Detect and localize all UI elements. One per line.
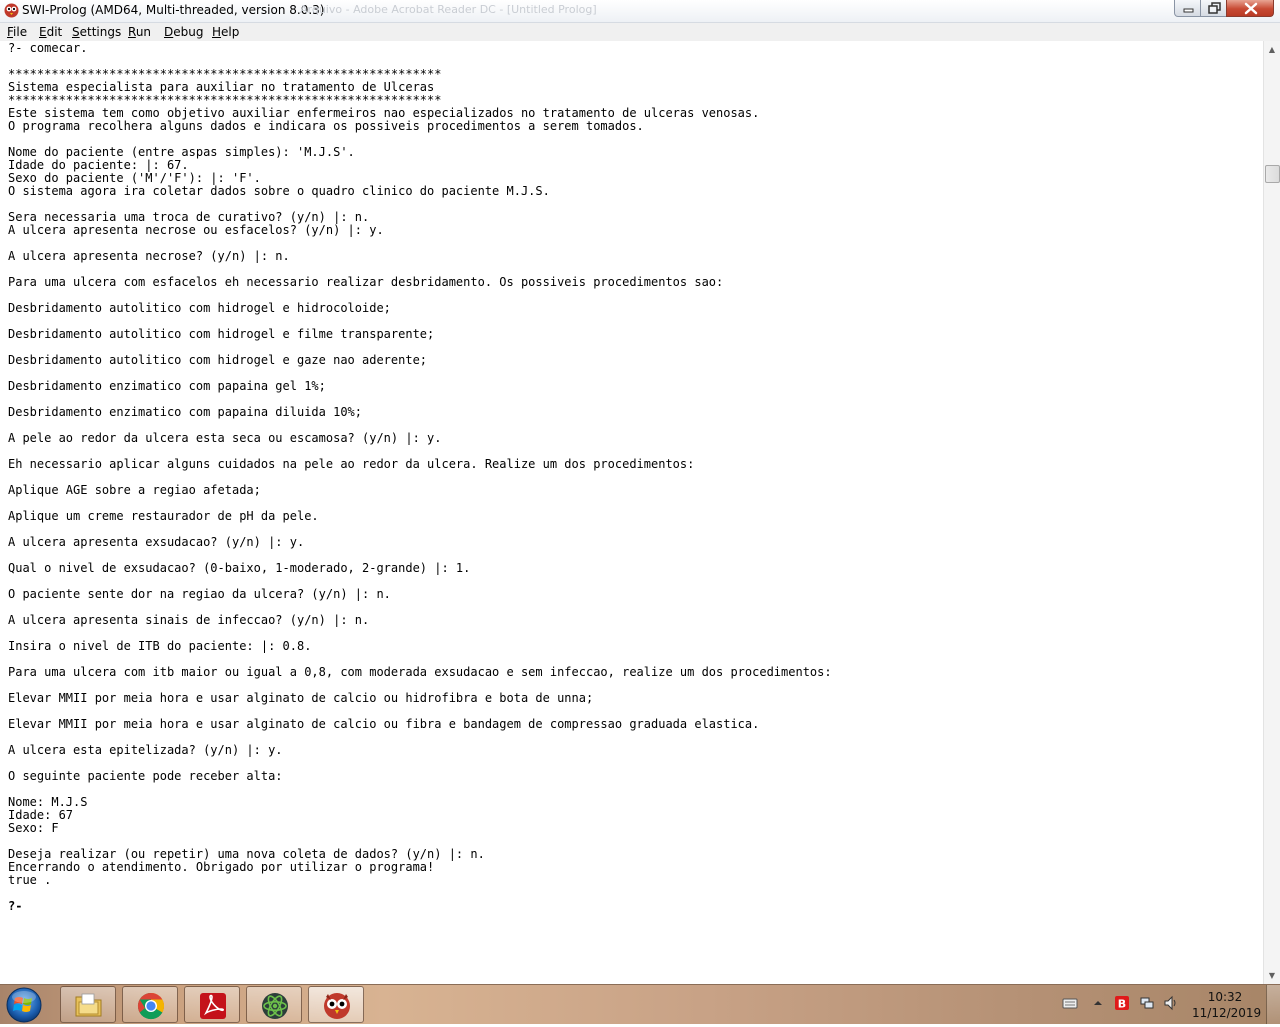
console-line: Nome: M.J.S — [8, 795, 88, 809]
console-line: Qual o nivel de exsudacao? (0-baixo, 1-m… — [8, 561, 471, 575]
taskbar-chrome[interactable] — [122, 986, 178, 1023]
console-line: Insira o nivel de ITB do paciente: |: 0.… — [8, 639, 312, 653]
windows-logo-icon — [6, 987, 42, 1023]
maximize-button[interactable] — [1200, 0, 1227, 17]
menu-run-label: un — [135, 25, 152, 39]
scroll-up-arrow-icon[interactable]: ▲ — [1264, 41, 1280, 58]
console-line: Encerrando o atendimento. Obrigado por u… — [8, 860, 435, 874]
console-line: Para uma ulcera com esfacelos eh necessa… — [8, 275, 724, 289]
clock-date[interactable]: 11/12/2019 — [1192, 1006, 1261, 1020]
acrobat-reader-icon — [200, 993, 226, 1019]
swi-prolog-icon — [4, 3, 19, 18]
console-line: Elevar MMII por meia hora e usar alginat… — [8, 717, 760, 731]
taskbar-swi-prolog[interactable] — [308, 986, 364, 1023]
close-button[interactable] — [1226, 0, 1274, 17]
menu-debug[interactable]: Debug — [164, 25, 203, 39]
console-line: A ulcera esta epitelizada? (y/n) |: y. — [8, 743, 283, 757]
close-icon — [1244, 2, 1258, 15]
console-line: Aplique AGE sobre a regiao afetada; — [8, 483, 261, 497]
menu-run-accel: R — [128, 25, 136, 39]
console-line: A ulcera apresenta exsudacao? (y/n) |: y… — [8, 535, 305, 549]
clock-time[interactable]: 10:32 — [1196, 990, 1254, 1004]
console-line: O seguinte paciente pode receber alta: — [8, 769, 283, 783]
console-line: Aplique um creme restaurador de pH da pe… — [8, 509, 319, 523]
console-line: Eh necessario aplicar alguns cuidados na… — [8, 457, 695, 471]
folder-icon — [75, 993, 102, 1017]
console-line: O paciente sente dor na regiao da ulcera… — [8, 587, 391, 601]
network-icon[interactable] — [1139, 995, 1155, 1011]
title-bar[interactable]: SWI-Prolog (AMD64, Multi-threaded, versi… — [0, 0, 1280, 23]
taskbar: B 10:32 11/12/2019 — [0, 984, 1280, 1024]
taskbar-file-explorer[interactable] — [60, 986, 116, 1023]
console-line: O sistema agora ira coletar dados sobre … — [8, 184, 550, 198]
menu-edit-accel: E — [39, 25, 47, 39]
console-line: Desbridamento autolitico com hidrogel e … — [8, 327, 435, 341]
console-line: Desbridamento autolitico com hidrogel e … — [8, 301, 391, 315]
restore-icon — [1208, 2, 1221, 14]
console-line: ?- comecar. — [8, 41, 88, 55]
swi-prolog-owl-icon — [324, 993, 350, 1019]
chrome-icon — [137, 992, 165, 1020]
menu-debug-label: ebug — [173, 25, 204, 39]
taskbar-atom[interactable] — [246, 986, 302, 1023]
start-button[interactable] — [4, 987, 44, 1023]
menu-help-label: elp — [221, 25, 240, 39]
console-line: A ulcera apresenta necrose ou esfacelos?… — [8, 223, 384, 237]
minimize-icon — [1183, 8, 1194, 13]
menu-help[interactable]: Help — [212, 25, 239, 39]
console-line: Sexo: F — [8, 821, 59, 835]
prolog-console[interactable]: ?- comecar. *****************************… — [0, 41, 1263, 984]
menu-edit[interactable]: Edit — [39, 25, 62, 39]
console-line: Desbridamento autolitico com hidrogel e … — [8, 353, 428, 367]
console-line: A ulcera apresenta necrose? (y/n) |: n. — [8, 249, 290, 263]
console-line: true . — [8, 873, 52, 887]
scroll-down-arrow-icon[interactable]: ▼ — [1264, 967, 1280, 984]
menu-edit-label: dit — [46, 25, 63, 39]
menu-settings[interactable]: Settings — [72, 25, 121, 39]
console-line: Idade: 67 — [8, 808, 74, 822]
console-line: Para uma ulcera com itb maior ou igual a… — [8, 665, 832, 679]
bitdefender-icon[interactable]: B — [1114, 995, 1130, 1011]
show-desktop-button[interactable] — [1266, 985, 1280, 1024]
minimize-button[interactable] — [1174, 0, 1201, 17]
console-line: ?- — [8, 899, 23, 913]
atom-icon — [262, 993, 288, 1019]
console-line: Desbridamento enzimatico com papaina gel… — [8, 379, 326, 393]
console-line: A ulcera apresenta sinais de infeccao? (… — [8, 613, 370, 627]
scroll-thumb[interactable] — [1265, 165, 1280, 183]
menu-bar: File Edit Settings Run Debug Help — [0, 23, 1280, 41]
console-line: Elevar MMII por meia hora e usar alginat… — [8, 691, 594, 705]
svg-text:B: B — [1118, 998, 1126, 1011]
keyboard-icon[interactable] — [1062, 995, 1078, 1011]
background-window-title: Arquivo - Adobe Acrobat Reader DC - [Unt… — [300, 3, 597, 16]
menu-help-accel: H — [212, 25, 222, 39]
vertical-scrollbar[interactable]: ▲ ▼ — [1263, 41, 1280, 984]
menu-file[interactable]: File — [7, 25, 27, 39]
console-line: A pele ao redor da ulcera esta seca ou e… — [8, 431, 442, 445]
taskbar-adobe-acrobat[interactable] — [184, 986, 240, 1023]
console-line: O programa recolhera alguns dados e indi… — [8, 119, 644, 133]
menu-file-label: ile — [13, 25, 28, 39]
menu-settings-accel: S — [72, 25, 80, 39]
menu-debug-accel: D — [164, 25, 174, 39]
show-hidden-icons-icon[interactable] — [1090, 995, 1106, 1011]
menu-settings-label: ettings — [79, 25, 122, 39]
console-line: Desbridamento enzimatico com papaina dil… — [8, 405, 363, 419]
window-title: SWI-Prolog (AMD64, Multi-threaded, versi… — [22, 3, 325, 17]
console-output: ?- comecar. *****************************… — [8, 42, 832, 913]
menu-run[interactable]: Run — [128, 25, 151, 39]
volume-icon[interactable] — [1163, 995, 1179, 1011]
